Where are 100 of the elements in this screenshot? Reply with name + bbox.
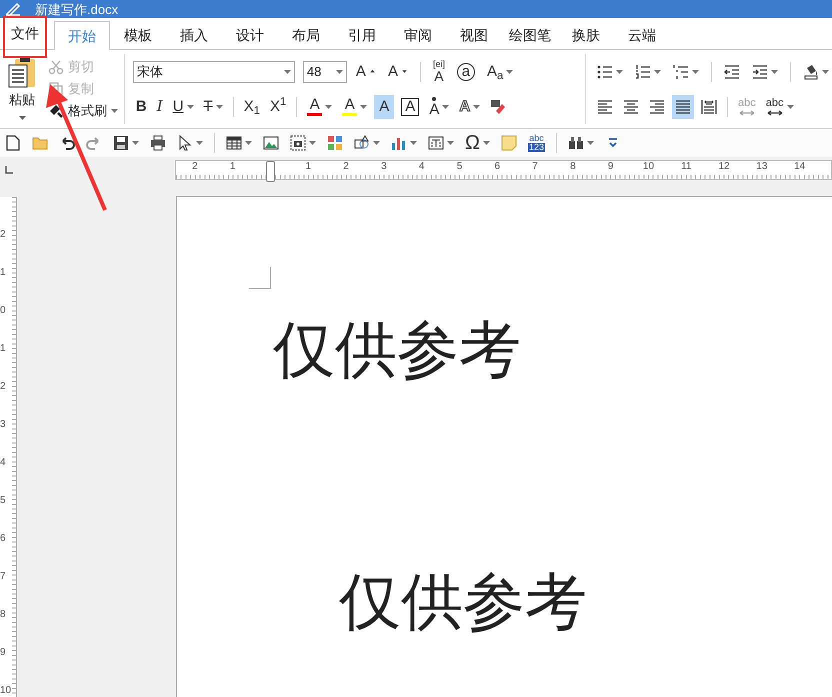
caret-up-icon	[368, 68, 376, 75]
ruler-number: 4	[418, 162, 424, 174]
font-family-dropdown[interactable]: 宋体	[132, 60, 295, 82]
caret-icon	[506, 70, 514, 74]
numbered-list-icon	[635, 64, 651, 80]
ruler-number: 8	[570, 162, 576, 174]
caret-icon	[309, 141, 316, 145]
ruler-number: 9	[608, 162, 614, 174]
caret-icon	[410, 141, 417, 145]
ruler-number: 2	[0, 382, 6, 392]
ruler-number: 1	[0, 344, 6, 354]
folder-icon	[32, 135, 48, 151]
ruler-number: 3	[381, 162, 387, 174]
file-menu[interactable]: 文件	[2, 17, 48, 49]
phonetic-button[interactable]: [ei] A	[430, 60, 448, 84]
ruler-number: 14	[794, 162, 806, 174]
text-box-icon	[428, 135, 444, 151]
caret-icon	[822, 70, 829, 74]
ribbon-tab[interactable]: 插入	[166, 21, 222, 49]
ruler-number: 5	[456, 162, 462, 174]
caret-icon	[111, 109, 118, 113]
image-grid-icon	[327, 135, 343, 151]
ribbon-tab[interactable]: 绘图笔	[502, 21, 558, 49]
caret-icon	[245, 141, 252, 145]
ribbon-tab[interactable]: 布局	[278, 21, 334, 49]
caret-icon	[216, 104, 223, 108]
ribbon-tab[interactable]: 审阅	[390, 21, 446, 49]
highlight-button[interactable]: A	[339, 94, 370, 118]
multilevel-list-icon	[673, 64, 689, 80]
caret-icon	[18, 116, 26, 120]
caret-icon	[586, 141, 594, 145]
ruler-number: 12	[718, 162, 730, 174]
ruler-number: 10	[0, 686, 12, 696]
shrink-button[interactable]: A	[384, 60, 411, 84]
caret-icon	[692, 70, 699, 74]
highlight-frame	[3, 16, 47, 58]
caret-icon	[442, 104, 450, 108]
binoculars-icon	[568, 135, 584, 151]
font-size-dropdown[interactable]: 48	[302, 60, 347, 82]
char-spacing-button[interactable]: abc	[762, 94, 796, 118]
caret-icon	[196, 141, 203, 145]
caret-icon	[482, 141, 490, 145]
ruler-number: 1	[0, 268, 6, 278]
caret-down-icon	[400, 68, 408, 75]
indent-marker[interactable]	[266, 160, 275, 182]
clipboard-icon	[7, 56, 37, 88]
pen-icon	[5, 2, 21, 16]
camera-icon	[290, 135, 306, 151]
ribbon-tab[interactable]: 云端	[614, 21, 670, 49]
ruler-number: 7	[0, 572, 6, 582]
ribbon-tab[interactable]: 视图	[446, 21, 502, 49]
printer-icon	[150, 135, 166, 151]
symbol-button[interactable]: Ω	[462, 131, 493, 155]
superscript-button[interactable]: X$^{1}$	[267, 94, 290, 118]
document-text: 仅供参考	[339, 571, 587, 633]
align-left-icon	[597, 98, 613, 114]
word-count-button[interactable]: abc 123	[524, 131, 548, 155]
margin-corner-mark	[249, 267, 271, 289]
double-arrow-icon	[766, 108, 783, 116]
ruler-number: 1	[230, 162, 236, 174]
sticky-note-icon	[500, 135, 517, 151]
eraser-icon	[490, 98, 506, 114]
ribbon-tab[interactable]: 开始	[54, 21, 110, 50]
ruler-number: 2	[343, 162, 349, 174]
outline-text-button[interactable]: A	[456, 94, 484, 118]
caret-icon	[186, 104, 194, 108]
caret-icon	[786, 104, 794, 108]
subscript-button[interactable]: X$_{1}$	[240, 94, 263, 118]
paintbrush-icon	[48, 103, 64, 119]
ribbon-tab[interactable]: 设计	[222, 21, 278, 49]
emphasis-button[interactable]: A	[426, 94, 452, 118]
font-color-button[interactable]: A	[304, 94, 336, 118]
justify-button[interactable]	[672, 94, 694, 118]
bar-chart-icon	[391, 135, 407, 151]
bold-button[interactable]: B	[132, 94, 150, 118]
align-center-icon	[623, 98, 639, 114]
cursor-arrow-icon	[177, 135, 193, 151]
caret-icon	[447, 141, 454, 145]
ruler-number: 13	[756, 162, 768, 174]
bullet-list-icon	[597, 64, 613, 80]
char-shading-button[interactable]: A	[374, 94, 394, 118]
caret-icon	[373, 141, 380, 145]
grow-button[interactable]: A	[352, 60, 379, 84]
ruler-number: 10	[642, 162, 654, 174]
strike-button[interactable]: T	[200, 94, 226, 118]
ribbon-tab[interactable]: 模板	[110, 21, 166, 49]
ribbon-tab[interactable]: 换肤	[558, 21, 614, 49]
ruler-number: 8	[0, 610, 6, 620]
ribbon-tab[interactable]: 引用	[334, 21, 390, 49]
caret-icon	[616, 70, 623, 74]
ruler-number: 1	[306, 162, 312, 174]
ruler-number: 3	[0, 420, 6, 430]
caret-icon	[132, 141, 139, 145]
paste-button[interactable]: 粘贴	[0, 54, 44, 124]
italic-button[interactable]: I	[154, 94, 166, 118]
change-case-button[interactable]: A$_{a}$	[484, 60, 516, 84]
justify-icon	[675, 98, 691, 114]
ruler-number: 11	[681, 162, 692, 174]
underline-button[interactable]: U	[170, 94, 197, 118]
painter-button[interactable]: 格式刷	[48, 100, 118, 122]
